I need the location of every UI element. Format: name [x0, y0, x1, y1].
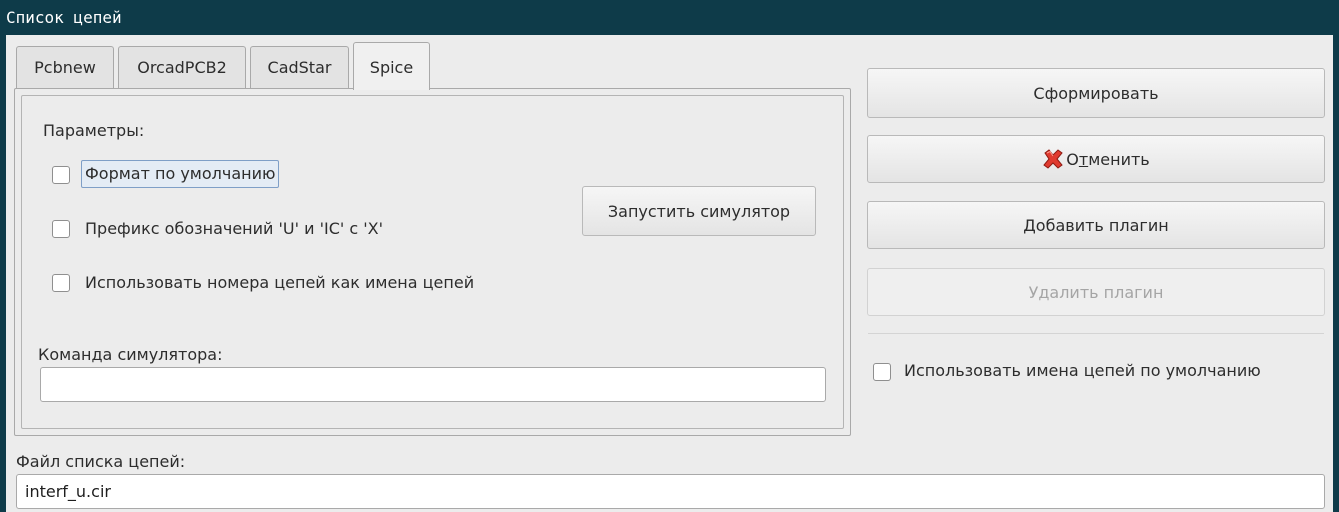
- tab-label: Pcbnew: [34, 58, 96, 77]
- run-simulator-label: Запустить симулятор: [607, 201, 791, 221]
- red-x-cancel-icon: [1043, 149, 1063, 169]
- prefix-x-checkbox[interactable]: [52, 220, 70, 238]
- tab-orcadpcb2[interactable]: OrcadPCB2: [118, 46, 246, 88]
- right-column-separator: [868, 333, 1324, 334]
- use-default-names-checkbox[interactable]: [873, 363, 891, 381]
- default-format-label[interactable]: Формат по умолчанию: [81, 160, 280, 188]
- cancel-label: Отменить: [1066, 149, 1150, 169]
- tab-label: CadStar: [267, 58, 332, 77]
- netlist-file-label: Файл списка цепей:: [16, 452, 186, 471]
- tab-label: OrcadPCB2: [137, 58, 227, 77]
- tab-cadstar[interactable]: CadStar: [250, 46, 349, 88]
- tab-spice[interactable]: Spice: [353, 42, 430, 90]
- cancel-button[interactable]: Отменить: [867, 135, 1325, 183]
- window-frame-right: [1333, 35, 1339, 512]
- add-plugin-button[interactable]: Добавить плагин: [867, 201, 1325, 249]
- window-frame-left: [0, 35, 6, 512]
- run-simulator-button[interactable]: Запустить симулятор: [582, 186, 816, 236]
- tab-label: Spice: [369, 58, 414, 77]
- default-format-checkbox[interactable]: [52, 166, 70, 184]
- net-numbers-label[interactable]: Использовать номера цепей как имена цепе…: [85, 273, 474, 292]
- netlist-file-input[interactable]: interf_u.cir: [16, 474, 1325, 509]
- remove-plugin-label: Удалить плагин: [1028, 282, 1164, 302]
- sim-command-input[interactable]: [40, 367, 826, 402]
- generate-label: Сформировать: [1033, 83, 1159, 103]
- remove-plugin-button[interactable]: Удалить плагин: [867, 268, 1325, 316]
- prefix-x-label[interactable]: Префикс обозначений 'U' и 'IC' с 'X': [85, 219, 383, 238]
- generate-button[interactable]: Сформировать: [867, 68, 1325, 118]
- tab-pcbnew[interactable]: Pcbnew: [16, 46, 114, 88]
- net-numbers-checkbox[interactable]: [52, 274, 70, 292]
- window-title-bar: Список цепей: [0, 0, 1339, 35]
- parameters-label: Параметры:: [43, 121, 145, 140]
- use-default-names-label[interactable]: Использовать имена цепей по умолчанию: [904, 361, 1261, 380]
- sim-command-label: Команда симулятора:: [38, 345, 223, 364]
- add-plugin-label: Добавить плагин: [1023, 215, 1169, 235]
- window-title: Список цепей: [6, 8, 122, 27]
